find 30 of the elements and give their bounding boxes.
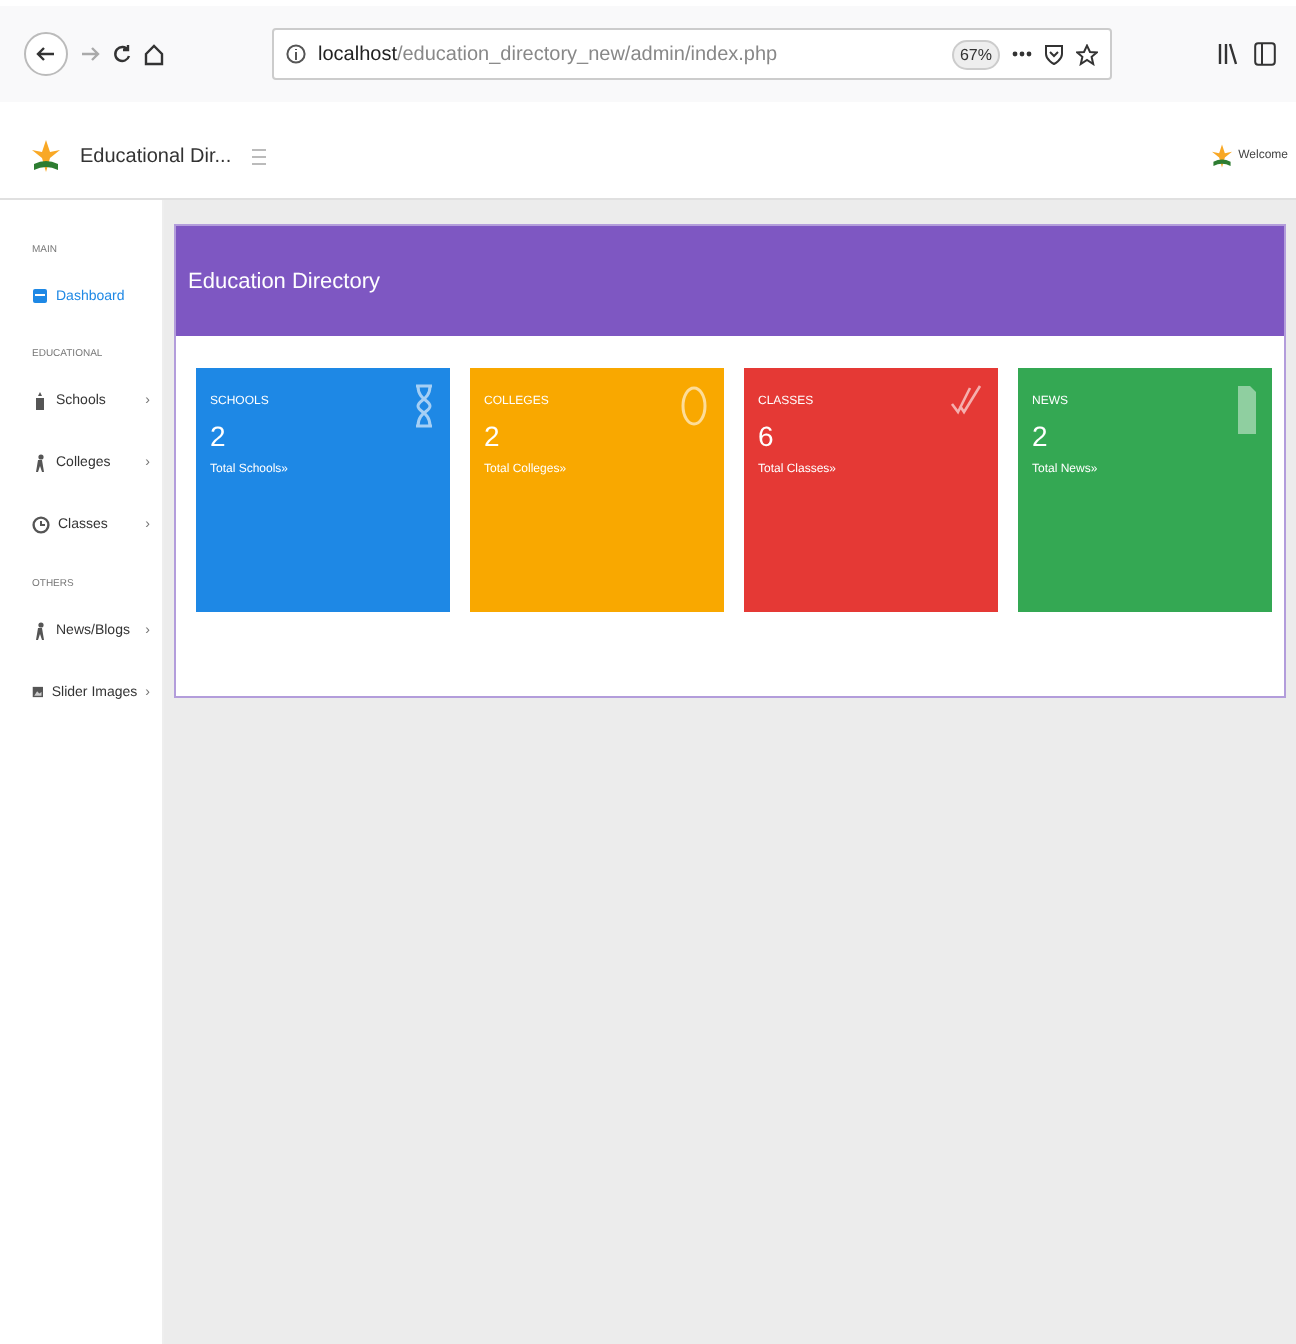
file-icon	[1236, 384, 1256, 436]
checkmark-icon	[950, 384, 982, 416]
back-arrow-icon	[36, 44, 56, 64]
url-text: localhost/education_directory_new/admin/index.php	[318, 43, 780, 65]
panel-title: Education Directory	[176, 226, 1284, 336]
clock-icon	[32, 516, 50, 534]
info-icon[interactable]	[286, 44, 306, 64]
home-icon[interactable]	[144, 43, 164, 65]
back-button[interactable]	[24, 32, 68, 76]
brand-name[interactable]: Educational Dir...	[80, 145, 232, 167]
circle-icon	[680, 384, 708, 428]
shield-icon[interactable]	[1044, 43, 1064, 65]
address-bar[interactable]: localhost/education_directory_new/admin/index.php 67%	[272, 28, 1112, 80]
card-count: 6	[758, 420, 776, 452]
reload-icon[interactable]	[112, 44, 132, 64]
dashboard-icon	[32, 288, 48, 304]
star-icon[interactable]	[1076, 43, 1098, 65]
more-icon[interactable]	[1012, 50, 1032, 58]
sidebar-icon[interactable]	[1254, 42, 1276, 66]
person-icon	[32, 622, 48, 640]
card-count: 2	[1032, 420, 1050, 452]
hourglass-icon	[414, 384, 434, 428]
person-icon	[32, 454, 48, 472]
image-icon	[32, 684, 44, 700]
card-count: 2	[210, 420, 228, 452]
logo-icon	[32, 140, 60, 172]
logo-icon	[1212, 144, 1233, 168]
zoom-badge[interactable]: 67%	[951, 39, 1000, 69]
card-count: 2	[484, 420, 502, 452]
library-icon[interactable]	[1218, 42, 1238, 66]
